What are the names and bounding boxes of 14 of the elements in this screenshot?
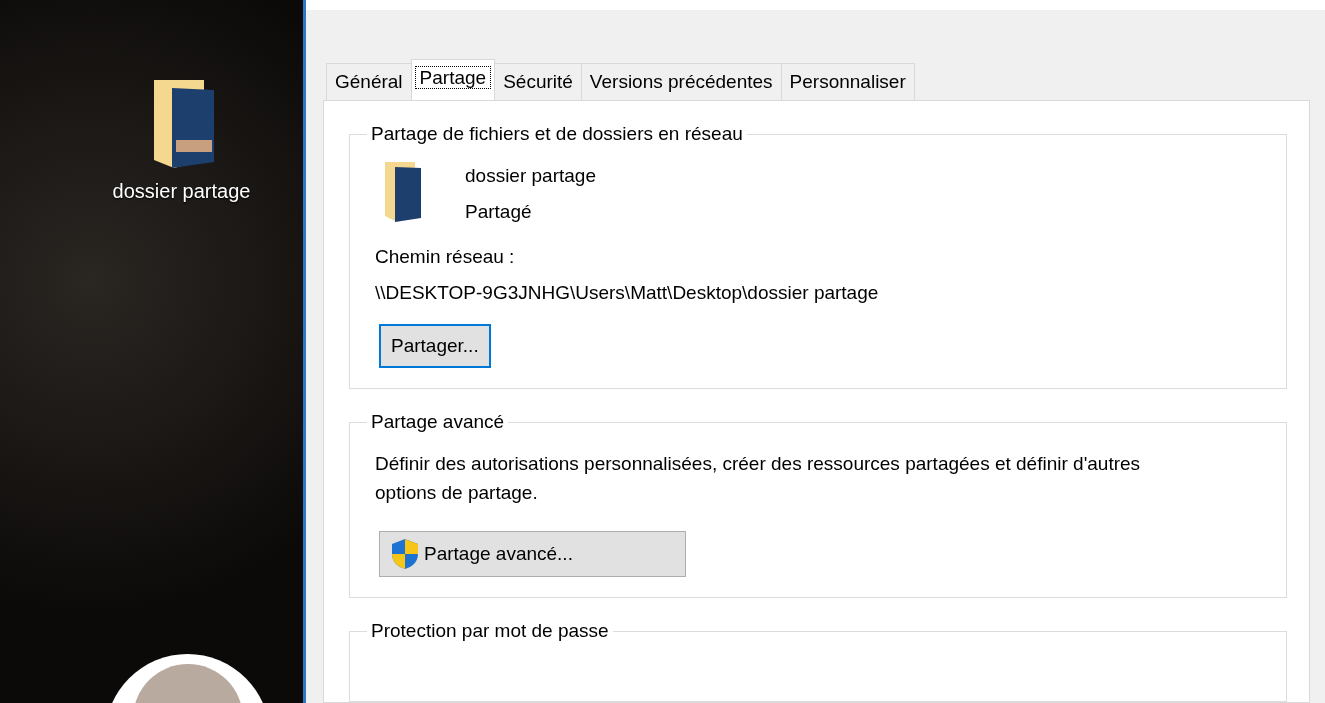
share-button[interactable]: Partager... [379,323,491,369]
network-path: \\DESKTOP-9G3JNHG\Users\Matt\Desktop\dossier partage [375,281,880,306]
desktop-icon-label[interactable]: dossier partage [112,176,251,206]
description-text: Définir des autorisations personnalisées, créer des ressources partagées et définir d'autres options de partage. [375,452,1142,505]
folder-icon [385,161,421,222]
shield-icon [390,538,420,571]
tab[interactable]: Général [326,62,412,100]
tab[interactable]: Partage [410,58,496,100]
folder-icon[interactable] [154,80,214,170]
advanced-sharing-button[interactable]: Partage avancé... [379,531,686,578]
tab[interactable]: Personnaliser [780,62,915,100]
share-status: Partagé [465,200,533,225]
folder-name: dossier partage [465,163,596,188]
path-label: Chemin réseau : [375,244,516,269]
